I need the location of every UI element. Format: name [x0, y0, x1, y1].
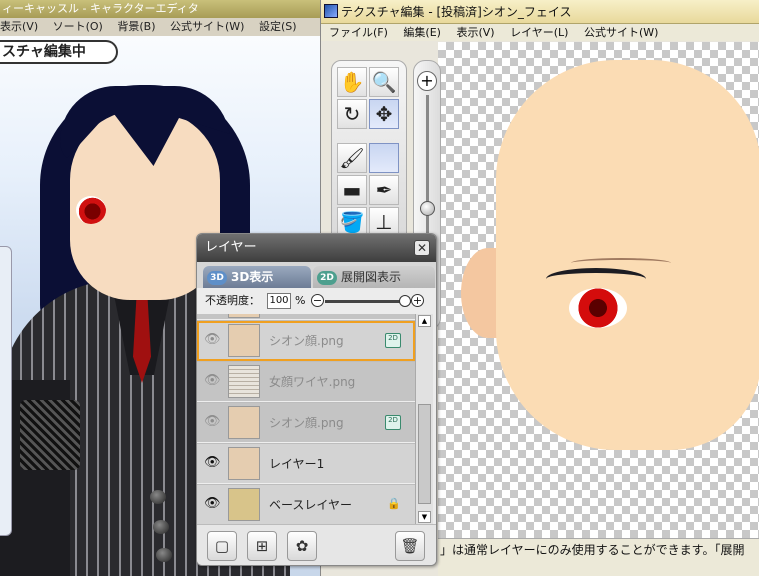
character-lace-cuff [20, 400, 80, 470]
eyedropper-tool-icon[interactable]: ✒ [369, 175, 399, 205]
layer-name: 女顔ワイヤ.png [269, 375, 356, 389]
3d-badge-icon: 3D [207, 271, 227, 285]
scroll-thumb[interactable] [418, 404, 431, 504]
menu-settings[interactable]: 設定(S) [259, 20, 297, 33]
layer-thumbnail [228, 324, 260, 357]
layer-name: シオン顔.png [269, 334, 344, 348]
layer-row[interactable]: 👁 ベースレイヤー 🔒 [197, 485, 415, 524]
eye-icon[interactable]: 👁 [204, 456, 221, 470]
head-lashes [546, 268, 646, 290]
layer-row-partial[interactable] [197, 314, 415, 320]
new-layer-icon[interactable]: ▢ [207, 531, 237, 561]
zoom-knob[interactable] [420, 201, 435, 216]
zoom-in-icon[interactable]: + [417, 71, 437, 91]
layer-thumbnail [228, 406, 260, 439]
layer-row[interactable]: 👁 レイヤー1 [197, 444, 415, 484]
head-texture [496, 60, 759, 450]
close-icon[interactable]: ✕ [414, 240, 430, 256]
import-image-icon[interactable]: ✿ [287, 531, 317, 561]
texture-editor-titlebar: テクスチャ編集 - [投稿済]シオン_フェイス [321, 0, 759, 24]
layer-panel-title-text: レイヤー [205, 240, 257, 255]
opacity-unit: % [295, 294, 306, 307]
menu-view[interactable]: 表示(V) [0, 20, 38, 33]
layer-panel-title: レイヤー [197, 234, 436, 262]
menu-file[interactable]: ファイル(F) [329, 26, 388, 39]
head-brow [571, 258, 671, 268]
menu-background[interactable]: 背景(B) [117, 20, 155, 33]
layer-panel-footer: ▢ ⊞ ✿ 🗑 [197, 524, 436, 565]
eraser-tool-icon[interactable]: ▬ [337, 175, 367, 205]
brush-tool-icon[interactable]: 🖌 [337, 143, 367, 173]
layer-list: 👁 シオン顔.png 2D 👁 女顔ワイヤ.png 👁 シオン顔.png 2D … [197, 314, 415, 524]
2d-badge-icon: 2D [317, 271, 337, 285]
side-panel-edge [0, 246, 12, 536]
eye-icon[interactable]: 👁 [204, 374, 221, 388]
eye-icon[interactable]: 👁 [204, 333, 221, 347]
layer-thumbnail [228, 447, 260, 480]
opacity-decrease-icon[interactable]: − [311, 294, 324, 307]
opacity-slider-knob[interactable] [399, 295, 411, 307]
character-eye [76, 196, 106, 224]
layer-thumbnail [228, 488, 260, 521]
layer-thumbnail [228, 365, 260, 398]
jacket-button [150, 490, 166, 504]
desktop: ィーキャッスル - キャラクターエディタ 表示(V) ソート(O) 背景(B) … [0, 0, 759, 576]
opacity-control: 不透明度： 100 % − + [197, 290, 436, 312]
layer-panel: レイヤー ✕ 3D 3D表示 2D 展開図表示 不透明度： 100 % − + [196, 233, 437, 566]
trash-icon[interactable]: 🗑 [395, 531, 425, 561]
layer-row[interactable]: 👁 シオン顔.png 2D [197, 403, 415, 443]
layer-row[interactable]: 👁 シオン顔.png 2D [197, 321, 415, 361]
editing-banner: スチャ編集中 [0, 40, 118, 64]
opacity-increase-icon[interactable]: + [411, 294, 424, 307]
menu-official-site[interactable]: 公式サイト(W) [584, 26, 658, 39]
eye-icon[interactable]: 👁 [204, 415, 221, 429]
character-editor-titlebar: ィーキャッスル - キャラクターエディタ [0, 0, 330, 18]
tab-2d-label: 展開図表示 [341, 270, 402, 284]
lock-icon: 🔒 [387, 497, 401, 510]
rotate-tool-icon[interactable]: ↻ [337, 99, 367, 129]
2d-layer-icon: 2D [385, 333, 401, 348]
app-icon [324, 4, 338, 18]
layer-name: ベースレイヤー [269, 498, 353, 512]
character-editor-menubar: 表示(V) ソート(O) 背景(B) 公式サイト(W) 設定(S) [0, 18, 330, 36]
new-3d-layer-icon[interactable]: ⊞ [247, 531, 277, 561]
jacket-button [156, 548, 172, 562]
2d-layer-icon: 2D [385, 415, 401, 430]
scroll-up-icon[interactable]: ▲ [418, 315, 431, 327]
layer-thumbnail [228, 314, 260, 318]
tab-2d-unwrap-view[interactable]: 2D 展開図表示 [313, 266, 435, 288]
layer-name: レイヤー1 [269, 457, 325, 471]
tab-3d-view[interactable]: 3D 3D表示 [203, 266, 311, 288]
layer-list-scrollbar[interactable]: ▲ ▼ [415, 314, 433, 524]
menu-view[interactable]: 表示(V) [456, 26, 494, 39]
scroll-down-icon[interactable]: ▼ [418, 511, 431, 523]
head-eye [569, 288, 627, 328]
layer-row[interactable]: 👁 女顔ワイヤ.png [197, 362, 415, 402]
opacity-input[interactable]: 100 [267, 293, 291, 309]
layer-view-tabs: 3D 3D表示 2D 展開図表示 [197, 262, 436, 288]
menu-edit[interactable]: 編集(E) [403, 26, 441, 39]
status-bar: 」は通常レイヤーにのみ使用することができます。「展開 [438, 538, 759, 576]
jacket-button [153, 520, 169, 534]
layer-name: シオン顔.png [269, 416, 344, 430]
opacity-label: 不透明度： [205, 294, 260, 307]
menu-layer[interactable]: レイヤー(L) [510, 26, 568, 39]
zoom-tool-icon[interactable]: 🔍 [369, 67, 399, 97]
color-swatch[interactable] [369, 143, 399, 173]
hand-tool-icon[interactable]: ✋ [337, 67, 367, 97]
tool-palette: ✋ 🔍 ↻ ✥ 🖌 ▬ ✒ 🪣 ⊥ [331, 60, 407, 250]
texture-editor-menubar: ファイル(F) 編集(E) 表示(V) レイヤー(L) 公式サイト(W) [321, 24, 759, 41]
texture-editor-title: テクスチャ編集 - [投稿済]シオン_フェイス [341, 5, 572, 19]
tab-3d-label: 3D表示 [231, 270, 274, 284]
menu-official-site[interactable]: 公式サイト(W) [170, 20, 244, 33]
eye-icon[interactable]: 👁 [204, 497, 221, 511]
menu-sort[interactable]: ソート(O) [53, 20, 103, 33]
move-tool-icon[interactable]: ✥ [369, 99, 399, 129]
